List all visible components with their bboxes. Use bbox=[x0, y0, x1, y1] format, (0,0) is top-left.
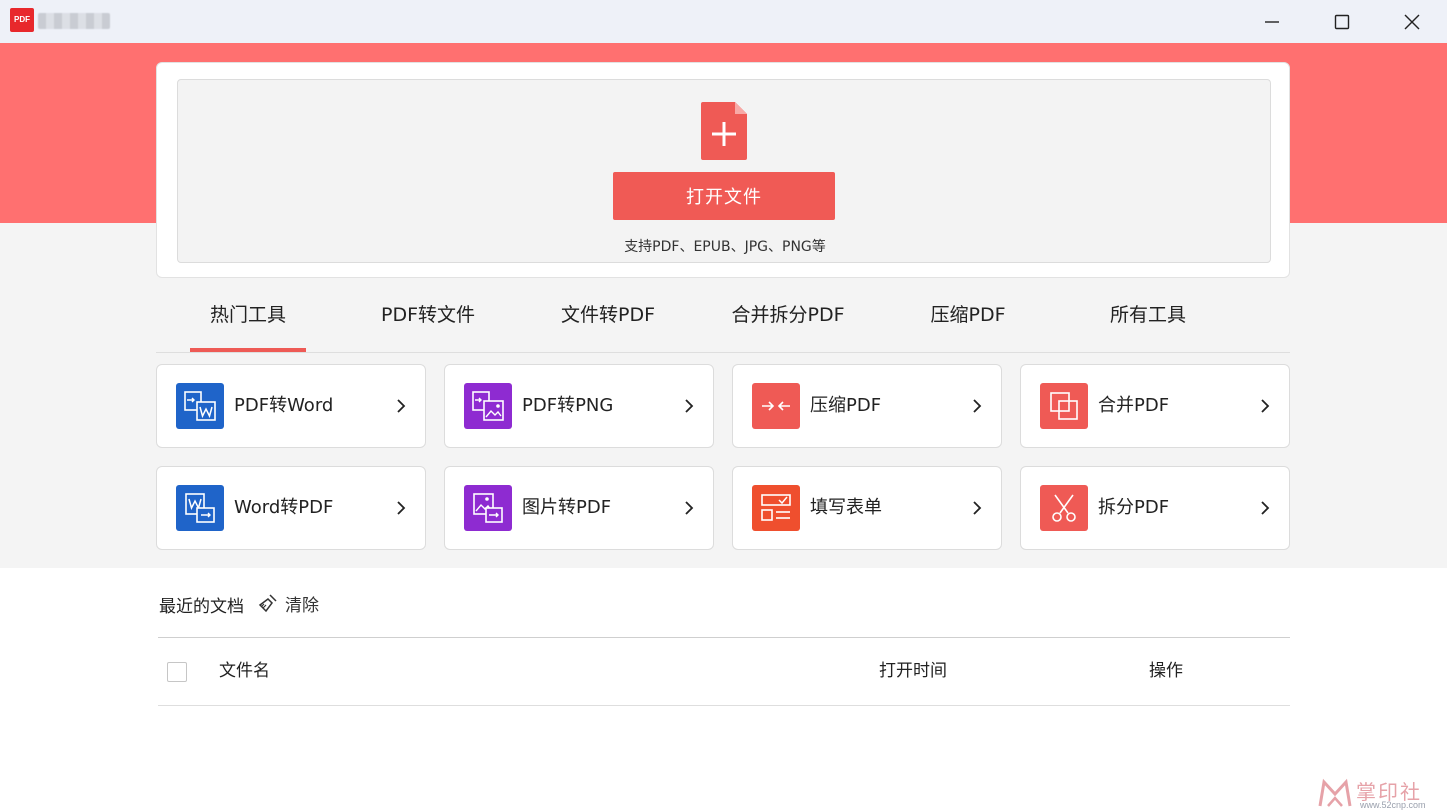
tool-label: PDF转Word bbox=[234, 395, 334, 416]
maximize-icon bbox=[1334, 14, 1350, 29]
column-open-time: 打开时间 bbox=[879, 661, 947, 681]
chevron-right-icon bbox=[397, 501, 406, 515]
chevron-right-icon bbox=[973, 501, 982, 515]
tool-merge-pdf[interactable]: 合并PDF bbox=[1020, 364, 1290, 448]
minimize-button[interactable] bbox=[1237, 0, 1307, 43]
tool-pdf-to-png[interactable]: PDF转PNG bbox=[444, 364, 714, 448]
chevron-right-icon bbox=[973, 399, 982, 413]
tool-label: 拆分PDF bbox=[1098, 497, 1170, 518]
form-fill-icon bbox=[752, 485, 800, 531]
pdf-to-word-icon bbox=[176, 383, 224, 429]
app-logo: PDF bbox=[10, 8, 34, 32]
upload-card: 打开文件 支持PDF、EPUB、JPG、PNG等 bbox=[156, 62, 1290, 278]
file-plus-icon bbox=[701, 102, 747, 160]
close-button[interactable] bbox=[1377, 0, 1447, 43]
tab-pdf-to-file[interactable]: PDF转文件 bbox=[338, 290, 518, 350]
tool-label: 图片转PDF bbox=[522, 497, 612, 518]
pdf-to-png-icon bbox=[464, 383, 512, 429]
split-icon bbox=[1040, 485, 1088, 531]
supported-formats-text: 支持PDF、EPUB、JPG、PNG等 bbox=[624, 239, 826, 255]
chevron-right-icon bbox=[1261, 501, 1270, 515]
chevron-right-icon bbox=[397, 399, 406, 413]
tab-compress[interactable]: 压缩PDF bbox=[878, 290, 1058, 350]
clear-label: 清除 bbox=[285, 595, 319, 616]
tool-label: 填写表单 bbox=[810, 497, 882, 518]
tab-merge-split[interactable]: 合并拆分PDF bbox=[698, 290, 878, 350]
tool-tabs: 热门工具 PDF转文件 文件转PDF 合并拆分PDF 压缩PDF 所有工具 bbox=[156, 290, 1290, 353]
tool-label: Word转PDF bbox=[234, 497, 334, 518]
tab-file-to-pdf[interactable]: 文件转PDF bbox=[518, 290, 698, 350]
app-title-blurred bbox=[38, 13, 110, 29]
tool-label: 合并PDF bbox=[1098, 395, 1170, 416]
recent-documents-title: 最近的文档 bbox=[159, 597, 244, 617]
watermark-url: www.52cnp.com bbox=[1360, 800, 1426, 810]
column-filename: 文件名 bbox=[219, 661, 270, 681]
drop-zone[interactable]: 打开文件 支持PDF、EPUB、JPG、PNG等 bbox=[177, 79, 1271, 263]
close-icon bbox=[1404, 14, 1420, 29]
chevron-right-icon bbox=[1261, 399, 1270, 413]
tool-fill-form[interactable]: 填写表单 bbox=[732, 466, 1002, 550]
merge-icon bbox=[1040, 383, 1088, 429]
tool-compress-pdf[interactable]: 压缩PDF bbox=[732, 364, 1002, 448]
open-file-button[interactable]: 打开文件 bbox=[613, 172, 835, 220]
clear-recent-button[interactable]: 清除 bbox=[257, 590, 319, 616]
image-to-pdf-icon bbox=[464, 485, 512, 531]
tool-label: 压缩PDF bbox=[810, 395, 882, 416]
broom-icon bbox=[258, 594, 277, 613]
tool-word-to-pdf[interactable]: Word转PDF bbox=[156, 466, 426, 550]
tool-label: PDF转PNG bbox=[522, 395, 614, 416]
column-action: 操作 bbox=[1149, 661, 1183, 681]
title-bar: PDF bbox=[0, 0, 1447, 43]
select-all-checkbox[interactable] bbox=[167, 662, 187, 682]
chevron-right-icon bbox=[685, 501, 694, 515]
tool-pdf-to-word[interactable]: PDF转Word bbox=[156, 364, 426, 448]
compress-icon bbox=[752, 383, 800, 429]
watermark-logo bbox=[1318, 778, 1352, 807]
watermark: 掌印社区 www.52cnp.com bbox=[1318, 774, 1443, 812]
recent-table-header: 文件名 打开时间 操作 bbox=[158, 637, 1290, 706]
tool-split-pdf[interactable]: 拆分PDF bbox=[1020, 466, 1290, 550]
word-to-pdf-icon bbox=[176, 485, 224, 531]
tab-all-tools[interactable]: 所有工具 bbox=[1058, 290, 1238, 350]
tool-image-to-pdf[interactable]: 图片转PDF bbox=[444, 466, 714, 550]
chevron-right-icon bbox=[685, 399, 694, 413]
tab-popular-tools[interactable]: 热门工具 bbox=[158, 290, 338, 352]
minimize-icon bbox=[1265, 20, 1279, 23]
maximize-button[interactable] bbox=[1307, 0, 1377, 43]
